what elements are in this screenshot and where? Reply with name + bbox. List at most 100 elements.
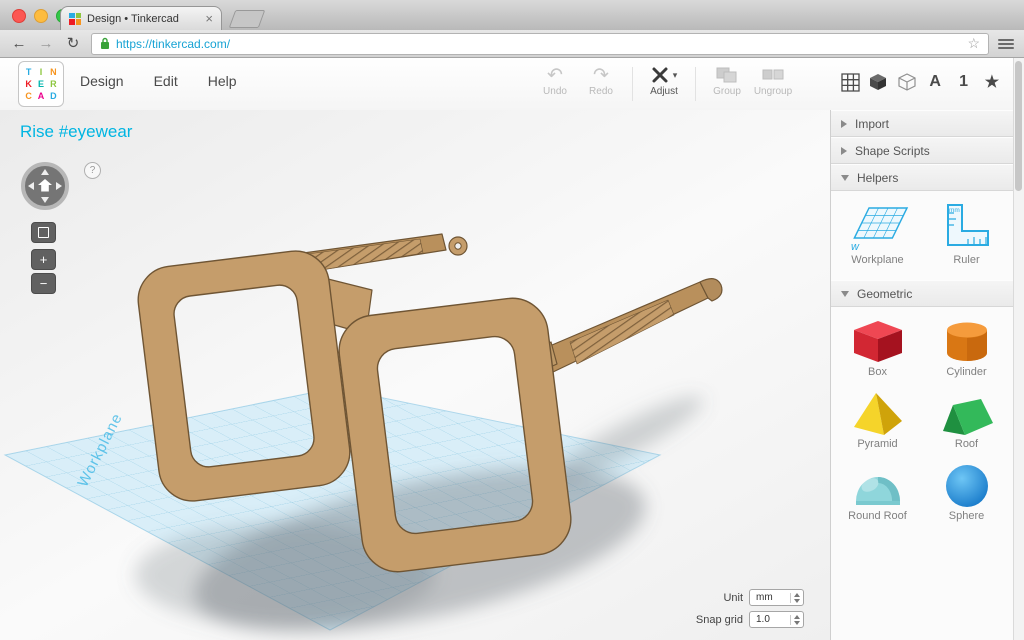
- solid-shapes-tab[interactable]: [866, 70, 890, 94]
- section-geometric[interactable]: Geometric: [831, 280, 1013, 307]
- shape-cylinder[interactable]: Cylinder: [939, 317, 995, 378]
- url-field[interactable]: https://tinkercad.com/ ☆: [91, 33, 989, 55]
- help-button[interactable]: ?: [84, 162, 101, 179]
- toolbar-divider: [695, 67, 696, 101]
- url-text: https://tinkercad.com/: [116, 37, 230, 51]
- shape-ruler[interactable]: mm Ruler: [938, 201, 996, 266]
- view-navigation-pad[interactable]: [19, 160, 71, 217]
- undo-button[interactable]: ↶ Undo: [532, 64, 578, 104]
- zoom-in-button[interactable]: +: [31, 249, 56, 270]
- shape-pyramid[interactable]: Pyramid: [850, 389, 906, 450]
- fit-view-icon: [38, 227, 49, 238]
- text-shapes-tab[interactable]: A: [923, 70, 947, 94]
- page-scrollbar[interactable]: [1013, 58, 1024, 640]
- reload-icon[interactable]: ↻: [64, 36, 82, 51]
- tile-label: Round Roof: [848, 510, 907, 522]
- shape-round-roof[interactable]: Round Roof: [848, 461, 907, 522]
- adjust-label: Adjust: [641, 86, 687, 97]
- forward-icon[interactable]: →: [37, 36, 55, 51]
- close-tab-icon[interactable]: ×: [205, 12, 213, 25]
- logo-letter: C: [23, 91, 34, 102]
- group-button[interactable]: Group: [704, 64, 750, 104]
- logo-letter: E: [35, 78, 46, 89]
- ungroup-button[interactable]: Ungroup: [750, 64, 796, 104]
- toolbar-divider: [632, 67, 633, 101]
- redo-button[interactable]: ↷ Redo: [578, 64, 624, 104]
- browser-menu-icon[interactable]: [998, 39, 1014, 49]
- browser-tab[interactable]: Design • Tinkercad ×: [60, 6, 222, 30]
- back-icon[interactable]: ←: [10, 36, 28, 51]
- section-shape-scripts[interactable]: Shape Scripts: [831, 137, 1013, 164]
- shape-box[interactable]: Box: [850, 317, 906, 378]
- ungroup-icon: [750, 64, 796, 86]
- redo-icon: ↷: [578, 64, 624, 86]
- tile-label: Sphere: [949, 510, 984, 522]
- shape-sphere[interactable]: Sphere: [939, 461, 995, 522]
- unit-value: mm: [756, 592, 790, 603]
- bookmark-star-icon[interactable]: ☆: [967, 35, 980, 52]
- adjust-dropdown-icon: ▾: [673, 70, 678, 81]
- adjust-icon: ▾: [641, 64, 687, 86]
- menu-design[interactable]: Design: [80, 73, 124, 89]
- group-icon: [704, 64, 750, 86]
- tile-label: Roof: [955, 438, 978, 450]
- favorites-tab[interactable]: ★: [980, 70, 1004, 94]
- tile-label: Ruler: [953, 254, 979, 266]
- menu-edit[interactable]: Edit: [154, 73, 178, 89]
- browser-titlebar: Design • Tinkercad ×: [0, 0, 1024, 31]
- group-label: Group: [704, 86, 750, 97]
- logo-letter: K: [23, 78, 34, 89]
- workplane-grid-tab[interactable]: [838, 70, 862, 94]
- shape-category-tabs: A 1 ★: [838, 67, 1004, 97]
- app-menubar: Design Edit Help: [80, 73, 237, 89]
- minimize-window-button[interactable]: [34, 9, 48, 23]
- undo-label: Undo: [532, 86, 578, 97]
- section-helpers[interactable]: Helpers: [831, 164, 1013, 191]
- section-label: Helpers: [857, 171, 898, 185]
- new-tab-button[interactable]: [229, 10, 266, 28]
- redo-label: Redo: [578, 86, 624, 97]
- geometric-tiles: Box Cylinder Pyramid: [831, 307, 1013, 536]
- section-label: Shape Scripts: [855, 144, 930, 158]
- logo-letter: T: [23, 66, 34, 77]
- shape-workplane[interactable]: w Workplane: [845, 201, 911, 266]
- snap-grid-select[interactable]: 1.0: [749, 611, 804, 628]
- unit-select[interactable]: mm: [749, 589, 804, 606]
- tile-label: Cylinder: [946, 366, 986, 378]
- design-canvas[interactable]: Workplane: [0, 110, 830, 640]
- sphere-shape-icon: [939, 461, 995, 509]
- toolbar-actions: ↶ Undo ↷ Redo ▾ Adjust: [532, 64, 796, 104]
- tile-label: Workplane: [851, 254, 903, 266]
- close-window-button[interactable]: [12, 9, 26, 23]
- tab-title: Design • Tinkercad: [87, 13, 199, 25]
- snap-grid-label: Snap grid: [696, 614, 743, 626]
- chevron-down-icon: [841, 291, 849, 297]
- undo-icon: ↶: [532, 64, 578, 86]
- snap-grid-value: 1.0: [756, 614, 790, 625]
- workplane-w-glyph: w: [851, 241, 860, 253]
- adjust-button[interactable]: ▾ Adjust: [641, 64, 687, 104]
- ruler-mm-glyph: mm: [949, 207, 960, 214]
- shapes-panel: Import Shape Scripts Helpers w Workplane: [830, 110, 1013, 640]
- menu-help[interactable]: Help: [208, 73, 237, 89]
- section-import[interactable]: Import: [831, 110, 1013, 137]
- grid-settings: Unit mm Snap grid 1.0: [696, 584, 804, 628]
- shape-roof[interactable]: Roof: [939, 389, 995, 450]
- helpers-tiles: w Workplane mm Ruler: [831, 191, 1013, 280]
- 3d-scene: Workplane: [0, 110, 830, 640]
- unit-stepper[interactable]: [790, 593, 800, 603]
- logo-letter: R: [48, 78, 59, 89]
- snap-grid-stepper[interactable]: [790, 615, 800, 625]
- scrollbar-thumb[interactable]: [1015, 61, 1022, 191]
- pyramid-shape-icon: [850, 389, 906, 437]
- zoom-out-button[interactable]: −: [31, 273, 56, 294]
- tinkercad-favicon: [69, 13, 81, 25]
- tile-label: Box: [868, 366, 887, 378]
- ruler-helper-icon: mm: [938, 201, 996, 253]
- unit-label: Unit: [723, 592, 743, 604]
- number-shapes-tab[interactable]: 1: [952, 70, 976, 94]
- section-label: Geometric: [857, 287, 912, 301]
- hole-shapes-tab[interactable]: [895, 70, 919, 94]
- fit-view-button[interactable]: [31, 222, 56, 243]
- tinkercad-logo[interactable]: T I N K E R C A D: [18, 61, 64, 107]
